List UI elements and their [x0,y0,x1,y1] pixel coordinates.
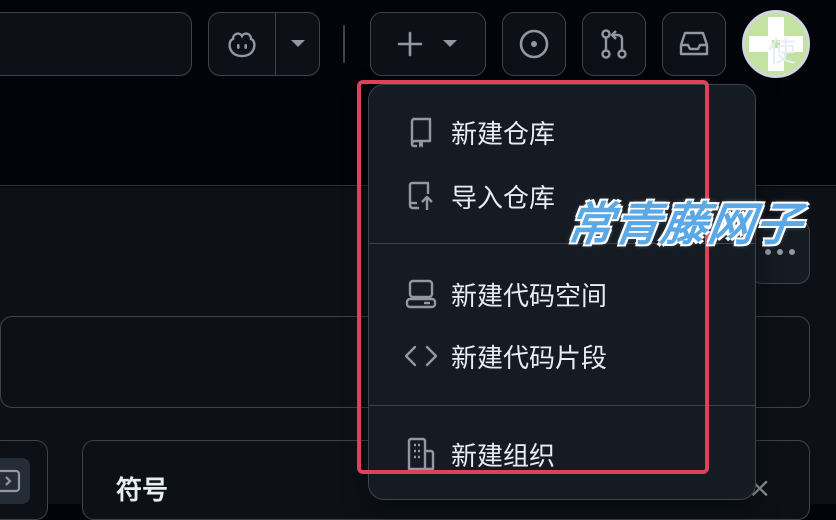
copilot-button[interactable] [208,12,320,76]
chevron-down-icon[interactable] [276,13,319,75]
issue-opened-icon [519,29,549,59]
inbox-icon [679,31,709,56]
pull-requests-button[interactable] [582,12,646,76]
issues-button[interactable] [502,12,566,76]
chevron-down-icon [443,40,457,47]
copilot-icon[interactable] [209,13,276,75]
symbols-panel-title: 符号 [116,476,169,506]
inbox-button[interactable] [662,12,726,76]
content-row-text: 使 [767,35,796,68]
side-panel-toggle[interactable] [0,458,30,504]
git-pull-request-icon [601,29,627,59]
header-divider [343,25,345,63]
create-new-button[interactable] [370,12,486,76]
search-input[interactable] [0,12,192,76]
sidebar-expand-icon [0,469,21,493]
plus-icon [397,31,423,57]
highlight-box [357,80,709,474]
watermark: 常青藤网子 [563,197,807,251]
